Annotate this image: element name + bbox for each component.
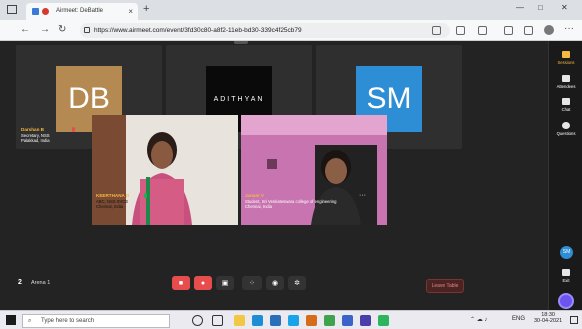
participant-name: Darshan B — [21, 127, 44, 132]
video-participant-name: KEERTHANA D — [96, 193, 130, 198]
tab-actions-icon — [32, 8, 39, 15]
sidebar-attendees[interactable]: Attendees — [549, 75, 582, 89]
arena-label[interactable]: Arena 1 — [31, 280, 50, 286]
sidebar-label: Attendees — [556, 84, 576, 89]
avatar-initials: DB — [68, 82, 110, 115]
sidebar-questions[interactable]: Questions — [549, 122, 582, 136]
minimize-button[interactable]: — — [516, 3, 524, 12]
tray-icons[interactable]: ⌃ ☁ ♪ — [470, 316, 487, 323]
mic-off-icon: ● — [200, 279, 206, 287]
video-tile[interactable]: Janani V Student, Sri Venkateswara colle… — [241, 115, 387, 225]
participant-location: Palakkad, India — [21, 138, 50, 143]
lock-icon — [84, 27, 90, 33]
video-tile[interactable]: KEERTHANA D ABC, NSS SVCE Chennai, India — [92, 115, 238, 225]
airmeet-app: DB Darshan B Secretary, NSS Palakkad, In… — [0, 41, 582, 310]
video-options-icon[interactable]: ··· — [359, 192, 366, 199]
search-icon: ⌕ — [28, 318, 32, 324]
url-field[interactable]: https://www.airmeet.com/event/3fd30c80-a… — [80, 23, 450, 38]
task-view-icon[interactable] — [212, 315, 223, 326]
questions-icon — [562, 122, 570, 129]
taskbar-search-input[interactable]: ⌕ Type here to search — [22, 314, 170, 328]
browser-tab-bar: Airmeet: DeBattle × + — □ ✕ — [0, 0, 582, 20]
sessions-icon — [562, 51, 570, 58]
excel-icon[interactable] — [324, 315, 335, 326]
attendees-icon — [562, 75, 570, 82]
help-button[interactable] — [558, 293, 574, 309]
mail-icon[interactable] — [288, 315, 299, 326]
new-tab-button[interactable]: + — [143, 3, 149, 15]
edge-icon[interactable] — [252, 315, 263, 326]
avatar-initials: SM — [366, 82, 412, 115]
bottom-controls: 2 Arena 1 ■ ● ▣ ⁘ ◉ ✲ Leave Table — [0, 268, 548, 310]
self-avatar[interactable]: SM — [560, 246, 573, 259]
mic-on-icon — [144, 193, 147, 198]
url-text: https://www.airmeet.com/event/3fd30c80-a… — [94, 27, 302, 34]
refresh-button[interactable]: ↻ — [58, 24, 66, 35]
tab-title: Airmeet: DeBattle — [56, 8, 104, 14]
collections-icon[interactable] — [524, 26, 533, 35]
app-icon[interactable] — [306, 315, 317, 326]
leave-table-button[interactable]: Leave Table — [426, 279, 464, 293]
exit-button[interactable]: Exit — [549, 269, 582, 283]
chat-icon — [562, 98, 570, 105]
file-explorer-icon[interactable] — [234, 315, 245, 326]
windows-taskbar: ⌕ Type here to search ⌃ ☁ ♪ ENG 18:30 30… — [0, 310, 582, 329]
profile-avatar[interactable] — [544, 25, 554, 35]
sidebar-sessions[interactable]: Sessions — [549, 51, 582, 65]
table-stage: DB Darshan B Secretary, NSS Palakkad, In… — [0, 41, 548, 310]
clock-date: 30-04-2021 — [534, 318, 563, 324]
workspaces-icon[interactable] — [7, 5, 17, 14]
video-participant-name: Janani V — [245, 193, 264, 198]
cortana-icon[interactable] — [192, 315, 203, 326]
word-icon[interactable] — [342, 315, 353, 326]
search-placeholder: Type here to search — [41, 318, 95, 324]
avatar-logo-text: ADITHYAN — [213, 95, 265, 103]
reactions-button[interactable]: ◉ — [266, 276, 284, 290]
arena-number: 2 — [18, 279, 22, 286]
window-close-button[interactable]: ✕ — [561, 3, 568, 12]
favorites-icon[interactable] — [504, 26, 513, 35]
address-bar-row: ← → ↻ https://www.airmeet.com/event/3fd3… — [0, 20, 582, 41]
screen-share-icon: ▣ — [221, 280, 229, 287]
notifications-icon[interactable] — [570, 316, 578, 324]
video-participant-location: Chennai, India — [96, 204, 124, 209]
mic-toggle-button[interactable]: ● — [194, 276, 212, 290]
exit-label: Exit — [562, 278, 570, 283]
layout-button[interactable]: ⁘ — [242, 276, 262, 290]
chat-bubble-icon: ◉ — [271, 280, 279, 287]
camera-permission-icon[interactable] — [432, 26, 441, 35]
camera-toggle-button[interactable]: ■ — [172, 276, 190, 290]
exit-icon — [562, 269, 570, 276]
tab-close-icon[interactable]: × — [128, 3, 133, 20]
mic-muted-icon — [72, 127, 75, 132]
grid-icon: ⁘ — [249, 280, 255, 287]
maximize-button[interactable]: □ — [538, 3, 543, 12]
back-button[interactable]: ← — [20, 24, 30, 35]
store-icon[interactable] — [270, 315, 281, 326]
airmeet-favicon-icon — [42, 8, 49, 15]
video-off-icon: ■ — [178, 279, 184, 287]
sidebar-label: Sessions — [557, 60, 575, 65]
sidebar-chat[interactable]: Chat — [549, 98, 582, 112]
sidebar-label: Questions — [556, 131, 576, 136]
clock[interactable]: 18:30 30-04-2021 — [534, 312, 562, 324]
sidebar-label: Chat — [561, 107, 571, 112]
gear-icon: ✲ — [294, 280, 300, 287]
right-sidebar: Sessions Attendees Chat Questions SM Exi… — [548, 41, 582, 310]
forward-button[interactable]: → — [40, 24, 50, 35]
browser-tab-airmeet[interactable]: Airmeet: DeBattle × — [26, 3, 138, 20]
drag-handle[interactable] — [234, 41, 248, 44]
windows-start-icon[interactable] — [6, 315, 16, 325]
teams-icon[interactable] — [360, 315, 371, 326]
language-indicator[interactable]: ENG — [512, 316, 525, 322]
read-aloud-icon[interactable] — [456, 26, 465, 35]
settings-button[interactable]: ✲ — [288, 276, 306, 290]
chrome-icon[interactable] — [378, 315, 389, 326]
video-participant-location: Chennai, India — [245, 204, 273, 209]
screen-share-button[interactable]: ▣ — [216, 276, 234, 290]
favorite-star-icon[interactable] — [478, 26, 487, 35]
browser-menu-icon[interactable]: ··· — [564, 23, 574, 34]
